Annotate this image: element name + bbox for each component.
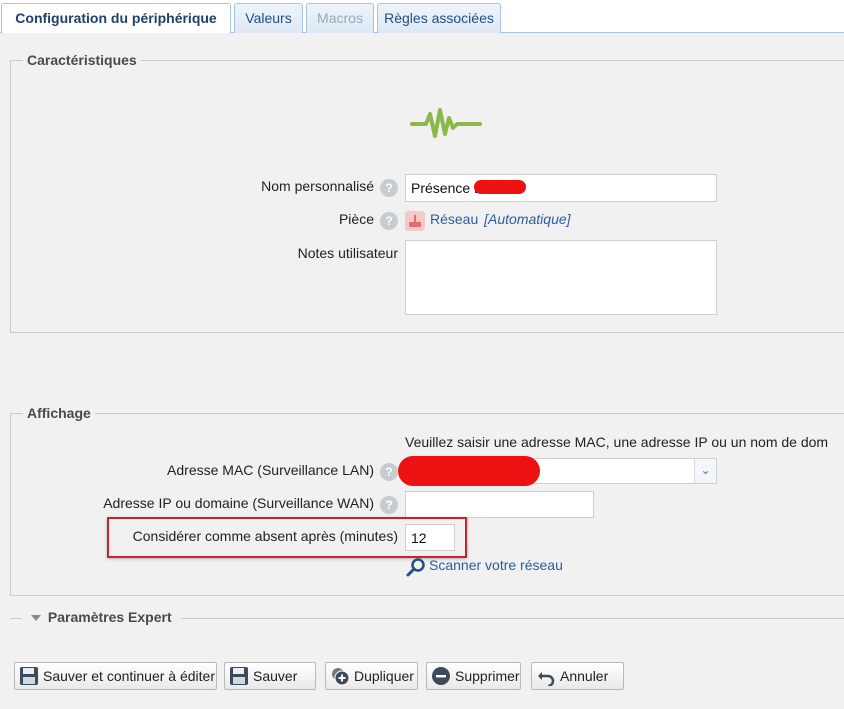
- piece-link[interactable]: Réseau [Automatique]: [430, 211, 571, 227]
- expert-toggle[interactable]: Paramètres Expert: [30, 609, 172, 625]
- save-button[interactable]: Sauver: [224, 662, 316, 690]
- piece-mode: [Automatique]: [484, 211, 571, 227]
- tab-valeurs[interactable]: Valeurs: [234, 3, 303, 33]
- nom-label: Nom personnalisé: [261, 178, 374, 194]
- tab-regles[interactable]: Règles associées: [377, 3, 501, 33]
- cancel-button[interactable]: Annuler: [531, 662, 624, 690]
- piece-label: Pièce: [338, 211, 374, 227]
- divider: [181, 618, 844, 619]
- absent-label: Considérer comme absent après (minutes): [132, 528, 398, 544]
- help-icon[interactable]: ?: [380, 212, 398, 230]
- save-continue-label: Sauver et continuer à éditer: [43, 668, 215, 684]
- notes-label: Notes utilisateur: [297, 245, 398, 261]
- help-icon[interactable]: ?: [380, 179, 398, 197]
- triangle-down-icon: [31, 615, 41, 622]
- save-continue-button[interactable]: Sauver et continuer à éditer: [14, 662, 217, 690]
- address-hint: Veuillez saisir une adresse MAC, une adr…: [405, 434, 829, 450]
- undo-icon: [538, 672, 555, 686]
- mac-label: Adresse MAC (Surveillance LAN): [167, 462, 374, 478]
- divider: [10, 618, 22, 619]
- room-icon: [405, 211, 425, 231]
- redaction-mark: [474, 180, 526, 194]
- nom-value: Présence L: [411, 180, 482, 196]
- ip-input[interactable]: [405, 491, 594, 518]
- cancel-label: Annuler: [560, 668, 609, 684]
- redaction-mark: [398, 456, 540, 486]
- nom-input[interactable]: Présence L: [405, 174, 717, 202]
- legend-caracteristiques: Caractéristiques: [23, 52, 141, 68]
- save-label: Sauver: [253, 668, 298, 684]
- chevron-down-icon[interactable]: ⌄: [694, 459, 716, 483]
- tab-bar: Configuration du périphérique Valeurs Ma…: [0, 0, 844, 34]
- scan-network-link[interactable]: Scanner votre réseau: [429, 557, 563, 573]
- expert-label: Paramètres Expert: [47, 609, 172, 625]
- tab-macros[interactable]: Macros: [306, 3, 374, 33]
- minus-circle-icon: [432, 667, 450, 685]
- pulse-icon: [410, 108, 482, 138]
- help-icon[interactable]: ?: [380, 496, 398, 514]
- duplicate-label: Dupliquer: [354, 668, 414, 684]
- magnifier-icon: [406, 558, 425, 577]
- floppy-icon: [230, 667, 248, 685]
- floppy-icon: [20, 667, 38, 685]
- absent-input[interactable]: 12: [405, 524, 455, 551]
- ip-label: Adresse IP ou domaine (Surveillance WAN): [103, 495, 374, 511]
- help-icon[interactable]: ?: [380, 463, 398, 481]
- duplicate-button[interactable]: Dupliquer: [325, 662, 418, 690]
- notes-textarea[interactable]: [405, 240, 717, 315]
- absent-value: 12: [411, 530, 427, 546]
- legend-affichage: Affichage: [23, 405, 95, 421]
- delete-label: Supprimer: [455, 668, 520, 684]
- delete-button[interactable]: Supprimer: [426, 662, 521, 690]
- piece-value: Réseau: [430, 211, 479, 227]
- duplicate-icon: [332, 668, 350, 686]
- tab-configuration[interactable]: Configuration du périphérique: [1, 3, 231, 34]
